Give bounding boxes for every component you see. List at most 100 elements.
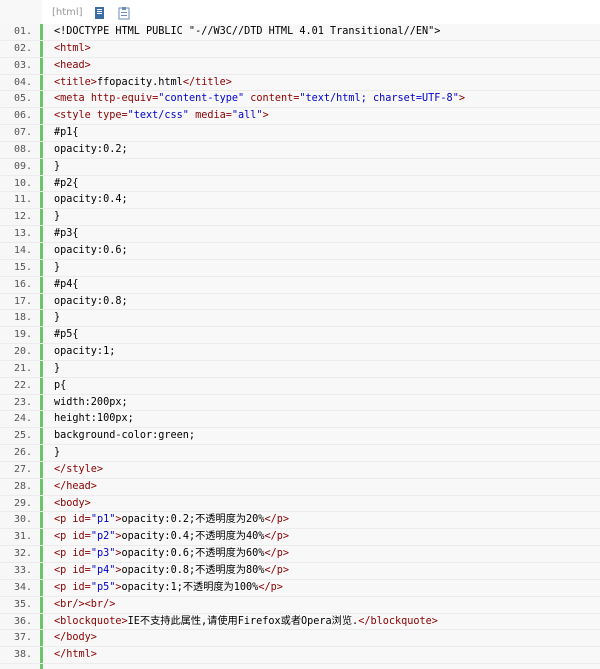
- code-token: #p3{: [54, 228, 79, 240]
- line-text: #p2{: [54, 176, 79, 193]
- code-line: 29. <body>: [0, 496, 600, 513]
- code-token: opacity:0.8;不透明度为80%: [121, 565, 265, 576]
- code-token: ffopacity.html: [96, 76, 183, 88]
- code-token: </p>: [258, 581, 283, 593]
- code-token: </blockquote>: [358, 615, 438, 627]
- code-line: 18.}: [0, 310, 600, 328]
- code-token: "text/html; charset=UTF-8": [299, 93, 459, 105]
- code-line: 08. opacity:0.2;: [0, 142, 600, 159]
- code-token: id=: [72, 581, 91, 593]
- code-line: 07. #p1{: [0, 125, 600, 142]
- code-token: <style: [54, 110, 97, 122]
- line-number: 23.: [13, 396, 32, 408]
- line-number: 19.: [13, 329, 32, 341]
- code-line: 32. <p id="p3">opacity:0.6;不透明度为60%</p>: [0, 546, 600, 563]
- line-number: 21.: [13, 362, 32, 374]
- line-text: <p id="p1">opacity:0.2;不透明度为20%</p>: [54, 512, 289, 529]
- line-number: 29.: [13, 497, 32, 509]
- line-number: 27.: [13, 463, 32, 475]
- language-tag: [html]: [52, 6, 83, 18]
- line-text: opacity:0.2;: [54, 142, 128, 159]
- code-line: 16. #p4{: [0, 277, 600, 294]
- line-number: 25.: [13, 430, 32, 442]
- line-number: 01.: [13, 26, 32, 37]
- line-text: #p5{: [54, 327, 79, 344]
- code-line: 34. <p id="p5">opacity:1;不透明度为100%</p>: [0, 580, 600, 597]
- clipboard-icon[interactable]: [117, 5, 131, 20]
- code-token: }: [54, 261, 61, 273]
- code-token: width:200px;: [54, 396, 128, 408]
- line-text: <html>: [54, 41, 91, 58]
- line-text: #p4{: [54, 277, 79, 294]
- code-token: "text/css": [127, 110, 189, 122]
- code-token: "p3": [90, 548, 116, 560]
- code-line: 23. width:200px;: [0, 395, 600, 412]
- line-text: <title>ffopacity.html</title>: [54, 75, 232, 92]
- code-token: }: [54, 312, 61, 324]
- code-line: 25. background-color:green;: [0, 428, 600, 446]
- line-text: background-color:green;: [54, 428, 195, 445]
- code-token: id=: [72, 548, 91, 560]
- code-line: 19. #p5{: [0, 327, 600, 345]
- code-token: </body>: [54, 632, 97, 644]
- line-text: opacity:0.8;: [54, 294, 128, 311]
- code-line: 28. </head>: [0, 479, 600, 496]
- line-text: <style type="text/css" media="all">: [54, 108, 269, 125]
- line-number: 33.: [13, 565, 32, 576]
- code-line: 22. p{: [0, 378, 600, 395]
- code-token: <br/><br/>: [54, 598, 116, 610]
- code-line: 21.}: [0, 361, 600, 378]
- code-token: <p: [54, 581, 73, 593]
- code-line: 36. <blockquote>IE不支持此属性,请使用Firefox或者Oper…: [0, 614, 600, 631]
- line-number: 13.: [13, 228, 32, 240]
- code-token: #p1{: [54, 127, 79, 139]
- code-line: 20. opacity:1;: [0, 344, 600, 361]
- code-token: "p1": [90, 514, 116, 526]
- code-token: <html>: [54, 42, 91, 54]
- line-text: }: [54, 361, 60, 378]
- code-token: <head>: [54, 59, 91, 71]
- code-token: opacity:0.4;: [54, 194, 128, 206]
- code-token: </head>: [54, 480, 97, 492]
- code-token: <body>: [54, 497, 91, 509]
- line-text: opacity:0.6;: [54, 243, 128, 260]
- code-token: content=: [244, 93, 300, 105]
- code-token: "all": [231, 110, 263, 122]
- code-token: "p4": [90, 565, 116, 576]
- line-number: 07.: [13, 127, 32, 139]
- code-token: </p>: [264, 514, 289, 526]
- line-number: 20.: [13, 346, 32, 358]
- code-toolbar: [html]: [42, 0, 600, 24]
- code-token: opacity:0.6;: [54, 244, 128, 256]
- code-line: 24. height:100px;: [0, 411, 600, 429]
- code-token: }: [54, 362, 61, 374]
- code-token: media=: [188, 110, 232, 122]
- line-text: </html>: [54, 647, 97, 664]
- code-line: 12.}: [0, 209, 600, 227]
- line-number: 34.: [13, 581, 32, 593]
- code-token: </html>: [54, 649, 97, 661]
- line-text: opacity:0.4;: [54, 192, 128, 209]
- code-token: }: [54, 160, 61, 172]
- code-token: opacity:0.8;: [54, 295, 128, 307]
- line-text: #p3{: [54, 226, 79, 243]
- line-number: 37.: [13, 632, 32, 644]
- code-token: <p: [54, 531, 73, 543]
- code-token: background-color:green;: [54, 430, 196, 442]
- code-token: }: [54, 211, 61, 223]
- code-line: 02. <html>: [0, 41, 600, 58]
- code-line: 06. <style type="text/css" media="all">: [0, 108, 600, 126]
- code-token: </p>: [264, 565, 289, 576]
- line-text: <blockquote>IE不支持此属性,请使用Firefox或者Opera浏览…: [54, 614, 438, 631]
- code-line: 27. </style>: [0, 462, 600, 479]
- line-text: </style>: [54, 462, 103, 479]
- code-token: <meta: [54, 93, 91, 105]
- copy-icon[interactable]: [93, 5, 107, 19]
- code-token: id=: [72, 531, 91, 543]
- line-text: p{: [54, 378, 66, 395]
- line-text: <p id="p2">opacity:0.4;不透明度为40%</p>: [54, 529, 289, 546]
- code-line: 13. #p3{: [0, 226, 600, 243]
- line-number: 24.: [13, 413, 32, 425]
- line-text: <p id="p3">opacity:0.6;不透明度为60%</p>: [54, 546, 289, 563]
- line-text: <br/><br/>: [54, 597, 115, 614]
